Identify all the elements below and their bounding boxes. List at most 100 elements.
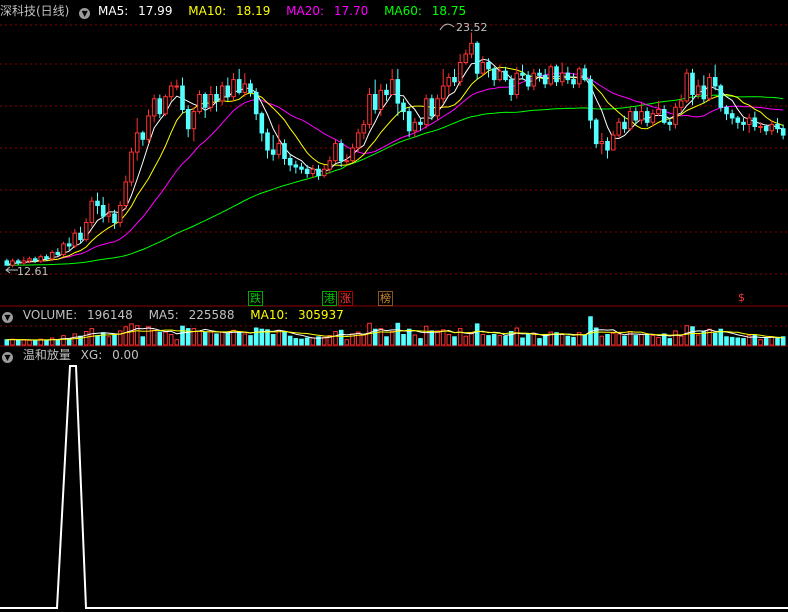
candle-body: [83, 222, 89, 241]
candle: [763, 124, 769, 136]
volume-bar: [435, 330, 440, 346]
candle: [554, 64, 559, 86]
candle: [582, 64, 588, 82]
candle-body: [378, 89, 384, 111]
candle: [384, 83, 389, 101]
volume-indicator: VOLUME: 196148: [22, 308, 133, 322]
candle-body: [429, 98, 435, 117]
candle: [123, 175, 129, 210]
volume-bar: [321, 336, 327, 346]
volume-bar: [140, 336, 146, 346]
candle: [361, 120, 367, 140]
candle: [174, 79, 180, 91]
candle-body: [276, 143, 282, 155]
candle-body: [610, 134, 616, 151]
candle-body: [633, 111, 639, 121]
event-tag-drop[interactable]: 跌: [248, 291, 263, 306]
candle: [372, 79, 378, 114]
volume-bar: [684, 325, 690, 346]
volume-bar: [112, 334, 117, 346]
candle: [650, 109, 656, 127]
candle-body: [123, 181, 129, 206]
candle-body: [661, 109, 667, 123]
candle-body: [667, 121, 673, 125]
volume-bar: [639, 334, 644, 346]
candle: [429, 94, 435, 121]
candle: [197, 90, 202, 114]
candle: [752, 111, 758, 131]
candle: [508, 75, 514, 101]
volume-bar: [582, 334, 588, 346]
candle: [571, 73, 576, 89]
candle: [395, 68, 401, 116]
candle-body: [474, 42, 480, 74]
ma5-path: [6, 58, 784, 266]
volume-bar: [242, 333, 248, 346]
stock-title[interactable]: 深科技(日线): [0, 4, 69, 18]
candle: [531, 68, 537, 91]
candle: [299, 162, 304, 174]
candle-body: [15, 260, 21, 264]
candle-body: [656, 109, 661, 115]
candle: [146, 109, 151, 144]
volume-bar: [106, 336, 112, 346]
volume-bar: [270, 334, 276, 346]
candle-body: [117, 205, 123, 224]
candle-body: [537, 72, 542, 76]
candle-body: [225, 85, 231, 98]
candle-body: [185, 109, 191, 130]
volume-bar: [542, 334, 548, 346]
volume-bar: [44, 339, 49, 346]
signal-title[interactable]: 温和放量: [23, 348, 71, 362]
volume-bar: [644, 334, 650, 346]
candle-body: [406, 111, 412, 132]
volume-bar: [735, 337, 741, 346]
candle: [616, 118, 622, 138]
volume-collapse-chevron-icon[interactable]: ▼: [2, 312, 13, 323]
event-tag-dollar[interactable]: $: [737, 291, 746, 304]
candle-body: [480, 62, 486, 74]
candle-body: [559, 72, 565, 83]
candle-body: [253, 91, 259, 115]
candle-body: [644, 111, 650, 123]
volume-bar: [293, 338, 299, 346]
volume-bar: [497, 335, 503, 346]
candle-body: [395, 79, 401, 104]
candle-body: [452, 77, 457, 83]
collapse-chevron-icon[interactable]: ▼: [79, 8, 91, 19]
candle-body: [372, 94, 378, 110]
candle-body: [197, 94, 202, 113]
candle-body: [435, 98, 440, 117]
candle: [503, 66, 508, 82]
ma20-path: [6, 72, 784, 266]
volume-bar: [633, 335, 639, 346]
volume-bar: [384, 336, 389, 346]
volume-bar: [248, 335, 253, 346]
event-tag-rise[interactable]: 涨: [338, 291, 353, 306]
candle: [100, 196, 106, 223]
event-tag-list[interactable]: 榜: [378, 291, 393, 306]
candle: [140, 130, 146, 146]
volume-bar: [531, 332, 537, 346]
candle-body: [593, 119, 599, 145]
candle-body: [503, 70, 508, 81]
candle: [338, 139, 344, 168]
volume-bar: [287, 335, 293, 346]
candle-body: [72, 232, 78, 247]
signal-collapse-chevron-icon[interactable]: ▼: [2, 352, 13, 363]
volume-bar: [418, 338, 423, 346]
candle: [401, 98, 406, 121]
volume-bar: [423, 325, 429, 346]
candle: [491, 66, 497, 86]
candle-body: [741, 121, 746, 125]
event-tag-hk[interactable]: 港: [322, 291, 337, 306]
candle-body: [701, 85, 707, 100]
candle-body: [599, 141, 605, 145]
candle: [452, 68, 457, 86]
candle-body: [724, 106, 729, 115]
volume-bar: [673, 330, 678, 346]
candle: [112, 209, 117, 229]
candle-body: [231, 79, 236, 98]
volume-bar: [219, 331, 225, 346]
candle-body: [678, 100, 684, 108]
